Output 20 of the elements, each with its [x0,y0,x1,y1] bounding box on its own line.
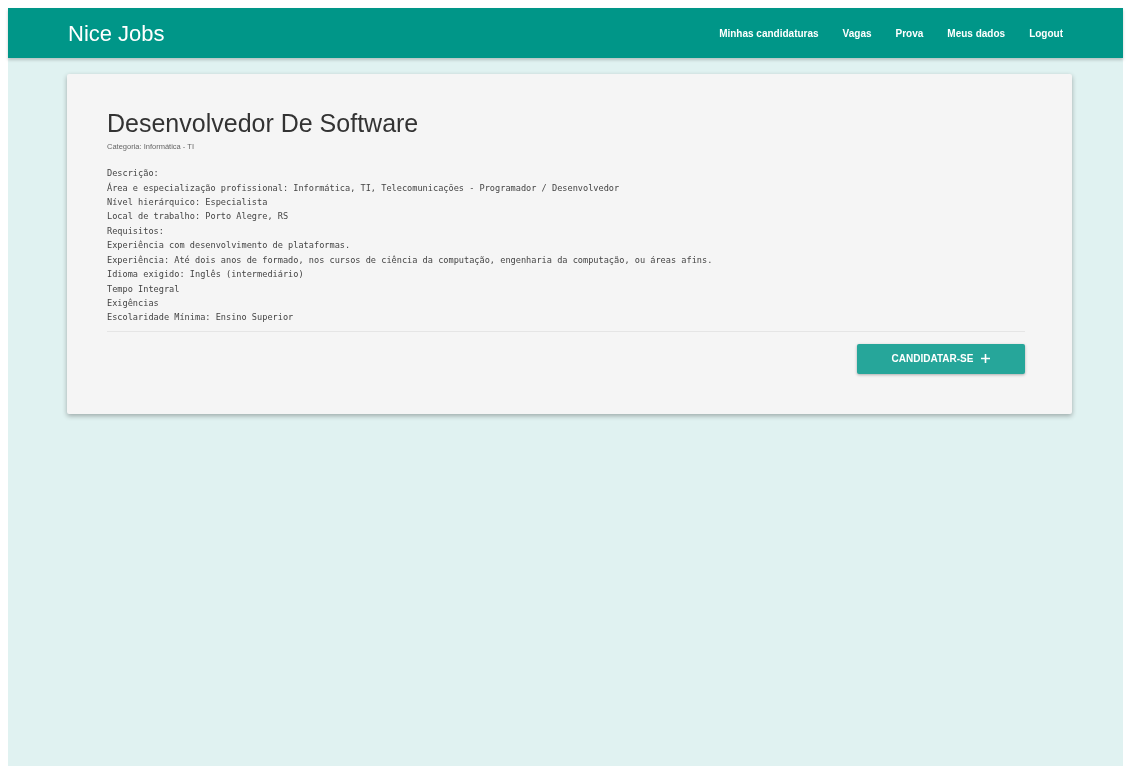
nav-link[interactable]: Meus dados [947,25,1006,41]
description-line: Exigências [107,296,160,310]
plus-icon [981,354,991,364]
job-title: Desenvolvedor De Software [107,108,420,138]
description-line: Nível hierárquico: Especialista [107,196,269,210]
description-line: Escolaridade Mínima: Ensino Superior [107,311,295,325]
nav-link[interactable]: Vagas [842,25,872,41]
nav-link[interactable]: Logout [1029,25,1063,41]
description-line: Requisitos: [107,224,165,238]
description-line: Área e especialização profissional: Informática, TI, Telecomunicações - Programador / Desenvolvedor [107,181,621,195]
description-line: Experiência: Até dois anos de formado, nos cursos de ciência da computação, engenharia da computação, ou áreas afins. [107,253,714,267]
description-line: Experiência com desenvolvimento de plataformas. [107,239,352,253]
nav-link[interactable]: Prova [895,25,924,41]
apply-button[interactable]: CANDIDATAR-SE [857,343,1025,374]
description-line: Descrição: [107,167,160,181]
description-line: Idioma exigido: Inglês (intermediário) [107,268,305,282]
nav-link[interactable]: Minhas candidaturas [719,25,819,41]
description-line: Local de trabalho: Porto Alegre, RS [107,210,290,224]
description-line: Tempo Integral [107,282,181,296]
brand-logo[interactable]: Nice Jobs [68,16,165,50]
